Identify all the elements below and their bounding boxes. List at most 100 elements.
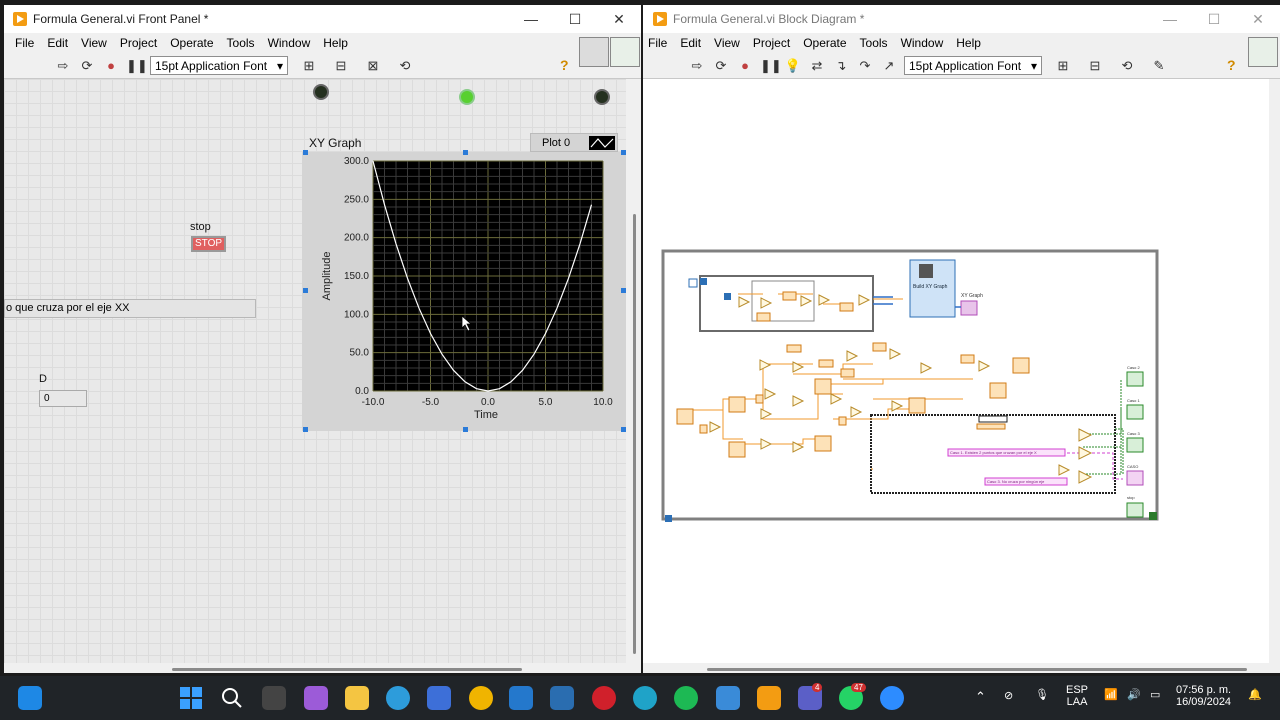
edge-icon[interactable]	[633, 686, 657, 710]
clock[interactable]: 07:56 p. m. 16/09/2024	[1176, 684, 1231, 708]
distribute-icon[interactable]: ⊟	[332, 58, 350, 74]
run-icon[interactable]: ⇨	[54, 58, 72, 74]
selection-handle[interactable]	[621, 427, 626, 432]
menu-operate[interactable]: Operate	[170, 36, 213, 50]
menu-view[interactable]: View	[714, 36, 740, 50]
copilot-icon[interactable]	[304, 686, 328, 710]
align-icon[interactable]: ⊞	[1054, 58, 1072, 74]
pause-icon[interactable]: ❚❚	[126, 58, 148, 74]
battery-icon[interactable]: ▭	[1150, 688, 1160, 701]
chevron-up-icon[interactable]: ⌃	[975, 689, 986, 705]
x-tick-label: -5.0	[422, 397, 440, 408]
menu-help[interactable]: Help	[323, 36, 348, 50]
microphone-icon[interactable]: 🎙	[1035, 688, 1049, 701]
boolean-led-3[interactable]	[594, 89, 610, 105]
y-tick-label: 200.0	[344, 233, 369, 244]
maximize-button[interactable]: ☐	[553, 11, 597, 28]
help-app-icon[interactable]	[386, 686, 410, 710]
case3-string-text: Caso 3. No cruza por ningún eje	[987, 479, 1045, 484]
selection-handle[interactable]	[303, 288, 308, 293]
close-button[interactable]: ✕	[597, 11, 641, 28]
search-icon[interactable]	[220, 686, 244, 710]
clock-time: 07:56 p. m.	[1176, 684, 1232, 696]
distribute-icon[interactable]: ⊟	[1086, 58, 1104, 74]
retain-wire-values-icon[interactable]: ⇄	[808, 58, 826, 74]
help-icon[interactable]: ?	[1227, 57, 1236, 73]
menu-file[interactable]: File	[15, 36, 34, 50]
font-selector[interactable]: 15pt Application Font ▾	[150, 56, 288, 75]
menu-window[interactable]: Window	[268, 36, 311, 50]
volume-icon[interactable]: 🔊	[1127, 688, 1141, 701]
horizontal-scrollbar[interactable]	[643, 663, 1269, 673]
font-selector[interactable]: 15pt Application Font ▾	[904, 56, 1042, 75]
opera-icon[interactable]	[592, 686, 616, 710]
step-into-icon[interactable]: ↴	[832, 58, 850, 74]
indicator-label-caso2: Caso 2	[1127, 365, 1140, 370]
zoom-icon[interactable]	[880, 686, 904, 710]
minimize-button[interactable]: —	[1148, 11, 1192, 27]
connector-pane-icon[interactable]	[579, 37, 609, 67]
menu-edit[interactable]: Edit	[47, 36, 68, 50]
reorder-icon[interactable]: ⟲	[1118, 58, 1136, 74]
help-icon[interactable]: ?	[560, 57, 569, 73]
horizontal-scrollbar[interactable]	[4, 663, 626, 673]
maximize-button[interactable]: ☐	[1192, 11, 1236, 28]
abort-icon[interactable]: ●	[736, 58, 754, 73]
wifi-icon[interactable]: 📶	[1104, 688, 1118, 701]
file-explorer-icon[interactable]	[345, 686, 369, 710]
pause-icon[interactable]: ❚❚	[760, 58, 782, 74]
menu-tools[interactable]: Tools	[227, 36, 255, 50]
resize-icon[interactable]: ⊠	[364, 58, 382, 74]
selection-handle[interactable]	[303, 150, 308, 155]
step-over-icon[interactable]: ↷	[856, 58, 874, 74]
boolean-led-2[interactable]	[459, 89, 475, 105]
run-continuously-icon[interactable]: ⟳	[78, 58, 96, 74]
step-out-icon[interactable]: ↗	[880, 58, 898, 74]
mblock-icon[interactable]	[550, 686, 574, 710]
vi-icon[interactable]	[610, 37, 640, 67]
vi-icon[interactable]	[1248, 37, 1278, 67]
vertical-scrollbar[interactable]	[630, 79, 641, 663]
selection-handle[interactable]	[463, 150, 468, 155]
menu-view[interactable]: View	[81, 36, 107, 50]
network-off-icon[interactable]: ⊘	[1004, 689, 1013, 702]
close-button[interactable]: ✕	[1236, 11, 1280, 28]
xy-graph[interactable]: -10.0 -5.0 0.0 5.0 10.0 0.0 50.0 100.0 150.0 200.…	[302, 152, 626, 431]
plot-legend[interactable]: Plot 0	[530, 133, 618, 152]
selection-handle[interactable]	[303, 427, 308, 432]
menu-operate[interactable]: Operate	[803, 36, 846, 50]
stop-button[interactable]: STOP	[191, 236, 226, 252]
notification-icon[interactable]: 🔔	[1248, 688, 1262, 701]
menu-project[interactable]: Project	[753, 36, 790, 50]
minimize-button[interactable]: —	[509, 11, 553, 27]
abort-icon[interactable]: ●	[102, 58, 120, 73]
menu-project[interactable]: Project	[120, 36, 157, 50]
menu-file[interactable]: File	[648, 36, 667, 50]
align-icon[interactable]: ⊞	[300, 58, 318, 74]
selection-handle[interactable]	[621, 150, 626, 155]
task-view-icon[interactable]	[262, 686, 286, 710]
menu-help[interactable]: Help	[956, 36, 981, 50]
reorder-icon[interactable]: ⟲	[396, 58, 414, 74]
labview-taskbar-icon[interactable]	[757, 686, 781, 710]
selection-handle[interactable]	[463, 427, 468, 432]
vscode-icon[interactable]	[509, 686, 533, 710]
boolean-led-1[interactable]	[313, 84, 329, 100]
spotify-icon[interactable]	[674, 686, 698, 710]
widgets-icon[interactable]	[18, 686, 42, 710]
language-indicator[interactable]: ESP LAA	[1066, 684, 1088, 708]
start-icon[interactable]	[179, 686, 203, 710]
run-icon[interactable]: ⇨	[688, 58, 706, 74]
run-continuously-icon[interactable]: ⟳	[712, 58, 730, 74]
chrome-icon[interactable]	[469, 686, 493, 710]
menu-edit[interactable]: Edit	[680, 36, 701, 50]
cleanup-icon[interactable]: ✎	[1150, 58, 1168, 74]
notepad-icon[interactable]	[716, 686, 740, 710]
highlight-execution-icon[interactable]: 💡	[784, 58, 802, 74]
d-numeric-indicator: 0	[39, 390, 87, 407]
menu-tools[interactable]: Tools	[860, 36, 888, 50]
menu-window[interactable]: Window	[901, 36, 944, 50]
store-icon[interactable]	[427, 686, 451, 710]
selection-handle[interactable]	[621, 288, 626, 293]
indicator-caso2	[1126, 371, 1144, 387]
